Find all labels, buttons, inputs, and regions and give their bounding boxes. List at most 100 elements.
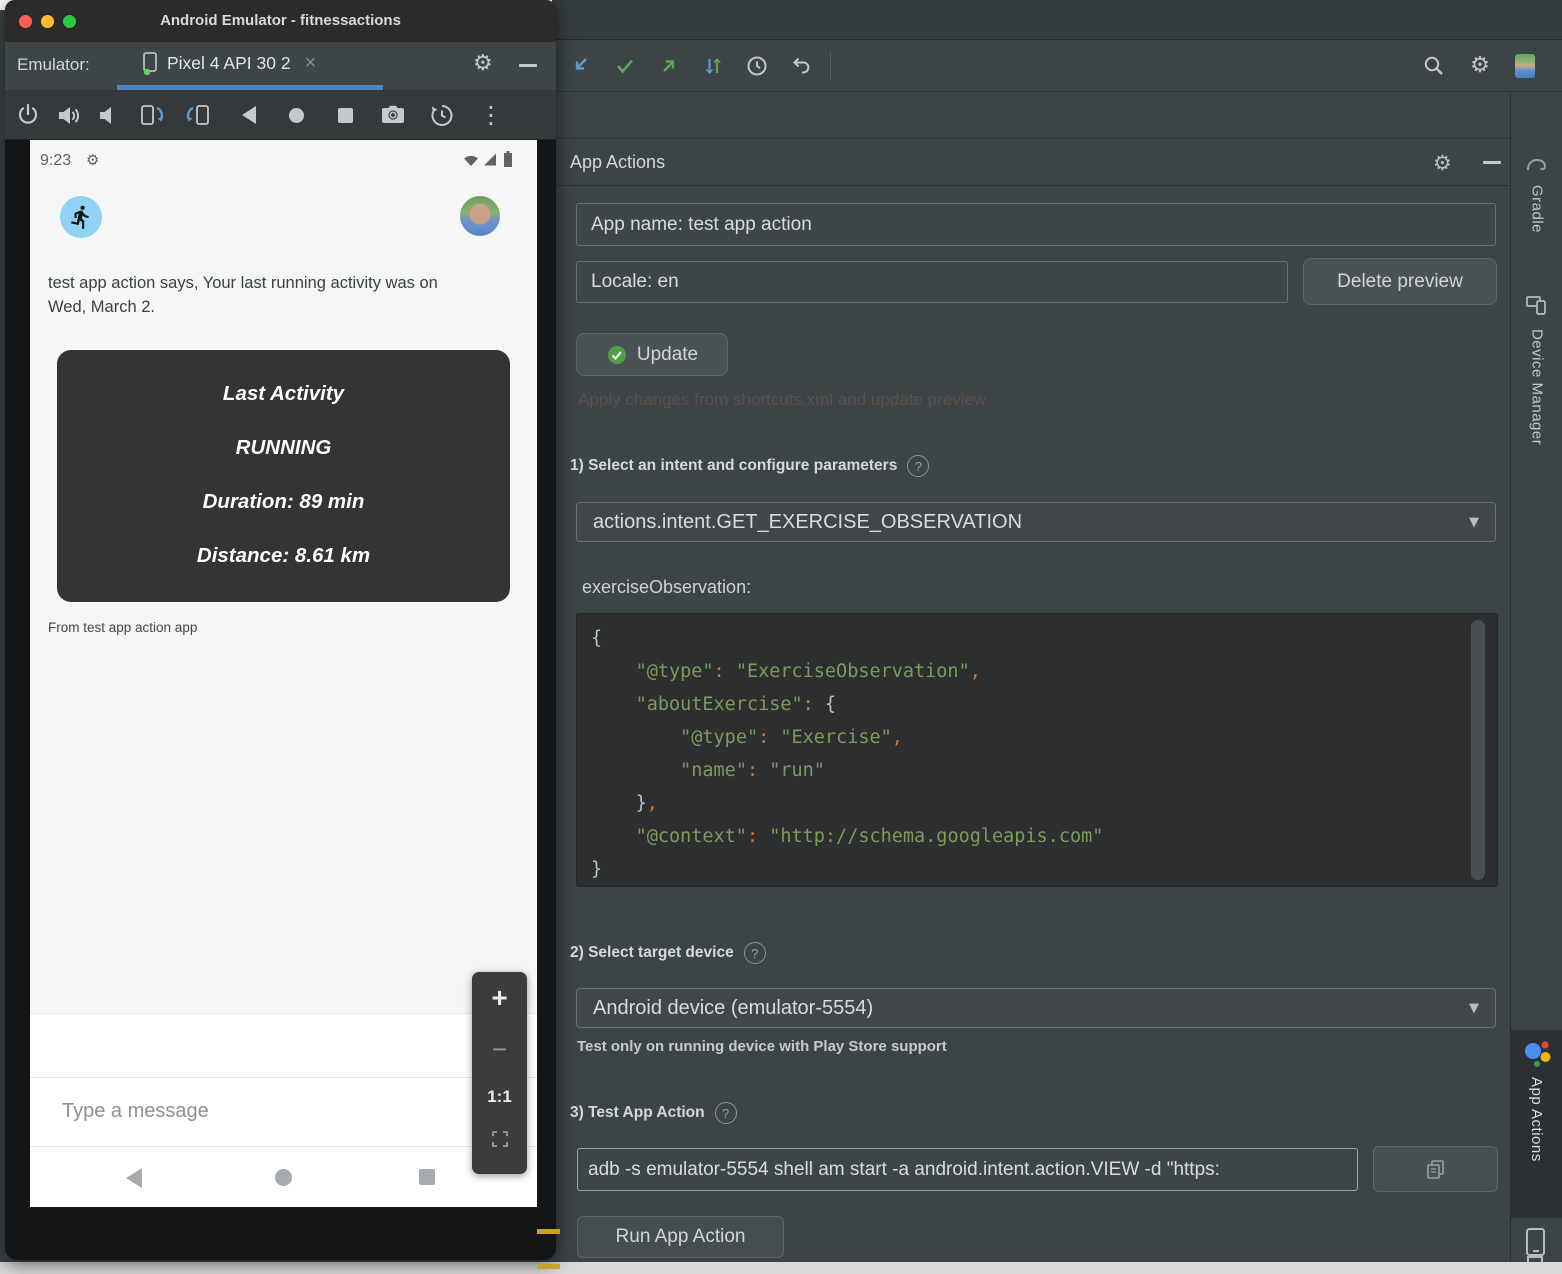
search-icon xyxy=(1421,53,1447,79)
step2-label: 2) Select target device xyxy=(570,944,734,962)
tab-close-icon[interactable]: × xyxy=(305,52,317,75)
emulator-window-title: Android Emulator - fitnessactions xyxy=(5,0,556,42)
vcs-rollback-button[interactable] xyxy=(786,51,816,81)
step3-heading: 3) Test App Action ? xyxy=(570,1102,737,1124)
battery-icon xyxy=(503,151,513,172)
status-time: 9:23 xyxy=(40,152,71,170)
vcs-history-button[interactable] xyxy=(742,51,772,81)
desktop-bottom-strip xyxy=(0,1262,1562,1274)
locale-field[interactable]: Locale: en xyxy=(576,261,1288,303)
volume-up-icon xyxy=(54,100,84,130)
rotate-right-button[interactable] xyxy=(182,100,212,130)
toolwindow-app-actions[interactable]: App Actions xyxy=(1511,1030,1562,1218)
step3-label: 3) Test App Action xyxy=(570,1104,705,1122)
nav-overview-button[interactable] xyxy=(419,1169,435,1185)
app-avatar[interactable] xyxy=(60,196,102,238)
avd-tab[interactable]: Pixel 4 API 30 2 × xyxy=(142,51,316,76)
check-circle-icon xyxy=(606,344,628,366)
emulator-minimize-icon[interactable] xyxy=(519,64,537,67)
ide-title-strip xyxy=(552,0,1562,40)
toolbar-separator xyxy=(830,51,831,81)
macos-zoom-button[interactable] xyxy=(63,15,76,28)
emulator-tab-bar: Emulator: Pixel 4 API 30 2 × ⚙ xyxy=(5,42,556,90)
json-code-block[interactable]: { "@type": "ExerciseObservation", "about… xyxy=(576,613,1498,887)
zoom-in-button[interactable]: + xyxy=(472,982,527,1014)
gradle-icon xyxy=(1524,152,1550,174)
card-activity: RUNNING xyxy=(57,436,510,460)
adb-command-field[interactable]: adb -s emulator-5554 shell am start -a a… xyxy=(577,1148,1358,1191)
volume-down-icon xyxy=(93,100,123,130)
step2-heading: 2) Select target device ? xyxy=(570,942,766,964)
toolwindow-gradle[interactable]: Gradle xyxy=(1512,152,1562,233)
power-icon xyxy=(13,100,43,130)
screenshot-button[interactable] xyxy=(378,100,408,130)
overview-button[interactable] xyxy=(330,100,360,130)
vcs-sync-button[interactable] xyxy=(698,51,728,81)
message-placeholder: Type a message xyxy=(62,1100,209,1123)
vcs-push-button[interactable] xyxy=(654,51,684,81)
check-icon xyxy=(612,53,638,79)
search-everywhere-button[interactable] xyxy=(1419,51,1449,81)
target-device-dropdown[interactable]: Android device (emulator-5554) ▼ xyxy=(576,988,1496,1028)
rotate-left-icon xyxy=(138,100,168,130)
nav-home-button[interactable] xyxy=(275,1169,292,1186)
ide-navbar-strip xyxy=(552,93,1562,139)
code-scrollbar[interactable] xyxy=(1471,620,1485,880)
emulator-toolbar-label: Emulator: xyxy=(17,55,90,75)
undo-arrow-icon xyxy=(788,53,814,79)
device-tab-icon xyxy=(142,51,159,76)
runner-icon xyxy=(68,204,94,230)
panel-settings-icon[interactable]: ⚙ xyxy=(1433,151,1452,175)
vcs-commit-button[interactable] xyxy=(610,51,640,81)
power-button[interactable] xyxy=(13,100,43,130)
app-actions-panel-header: App Actions ⚙ xyxy=(556,140,1510,186)
fit-screen-button[interactable] xyxy=(472,1128,527,1155)
rotate-left-button[interactable] xyxy=(138,100,168,130)
volume-up-button[interactable] xyxy=(54,100,84,130)
copy-command-button[interactable] xyxy=(1373,1146,1498,1192)
intent-value: actions.intent.GET_EXERCISE_OBSERVATION xyxy=(593,511,1022,534)
zoom-out-button[interactable]: − xyxy=(472,1034,527,1065)
ide-settings-button[interactable]: ⚙ xyxy=(1465,51,1495,81)
update-button[interactable]: Update xyxy=(576,333,728,376)
more-options-button[interactable]: ⋮ xyxy=(476,100,506,130)
yellow-mark xyxy=(537,1264,560,1269)
panel-minimize-button[interactable] xyxy=(1483,161,1501,164)
update-hint-text: Apply changes from shortcuts.xml and upd… xyxy=(578,390,986,410)
vcs-update-button[interactable] xyxy=(566,51,596,81)
zoom-reset-button[interactable]: 1:1 xyxy=(472,1087,527,1107)
help-icon[interactable]: ? xyxy=(715,1102,737,1124)
toolwindow-device-manager[interactable]: Device Manager xyxy=(1512,292,1562,445)
emulator-settings-icon[interactable]: ⚙ xyxy=(473,51,493,76)
user-photo-avatar[interactable] xyxy=(460,196,500,236)
emulator-titlebar[interactable]: Android Emulator - fitnessactions xyxy=(5,0,556,42)
macos-minimize-button[interactable] xyxy=(41,15,54,28)
intent-dropdown[interactable]: actions.intent.GET_EXERCISE_OBSERVATION … xyxy=(576,502,1496,542)
back-button[interactable] xyxy=(234,100,264,130)
user-avatar[interactable] xyxy=(1515,54,1535,78)
delete-preview-button[interactable]: Delete preview xyxy=(1303,258,1497,305)
macos-close-button[interactable] xyxy=(19,15,32,28)
app-name-field[interactable]: App name: test app action xyxy=(576,203,1496,246)
google-assistant-icon xyxy=(1522,1038,1552,1068)
card-source-note: From test app action app xyxy=(48,620,197,635)
nav-back-button[interactable] xyxy=(126,1168,142,1188)
arrow-down-left-icon xyxy=(568,53,594,79)
ide-vcs-toolbar: ⚙ xyxy=(552,40,1562,92)
status-gear-icon: ⚙ xyxy=(86,151,99,169)
run-app-action-button[interactable]: Run App Action xyxy=(577,1216,784,1258)
fit-screen-icon xyxy=(489,1128,511,1150)
overview-square-icon xyxy=(338,108,353,123)
volume-down-button[interactable] xyxy=(93,100,123,130)
step1-heading: 1) Select an intent and configure parame… xyxy=(570,455,929,477)
signal-icon xyxy=(483,153,497,171)
phone-screen: 9:23 ⚙ test app action says, Your last r… xyxy=(30,140,537,1207)
help-icon[interactable]: ? xyxy=(907,455,929,477)
message-input-row[interactable]: Type a message xyxy=(30,1077,537,1147)
snapshots-button[interactable] xyxy=(427,100,457,130)
app-actions-label: App Actions xyxy=(1528,1077,1545,1162)
screenshot-root: ⚙ App Actions ⚙ App name: test app actio… xyxy=(0,0,1562,1274)
help-icon[interactable]: ? xyxy=(744,942,766,964)
param-label: exerciseObservation: xyxy=(582,577,751,598)
home-button[interactable] xyxy=(281,100,311,130)
